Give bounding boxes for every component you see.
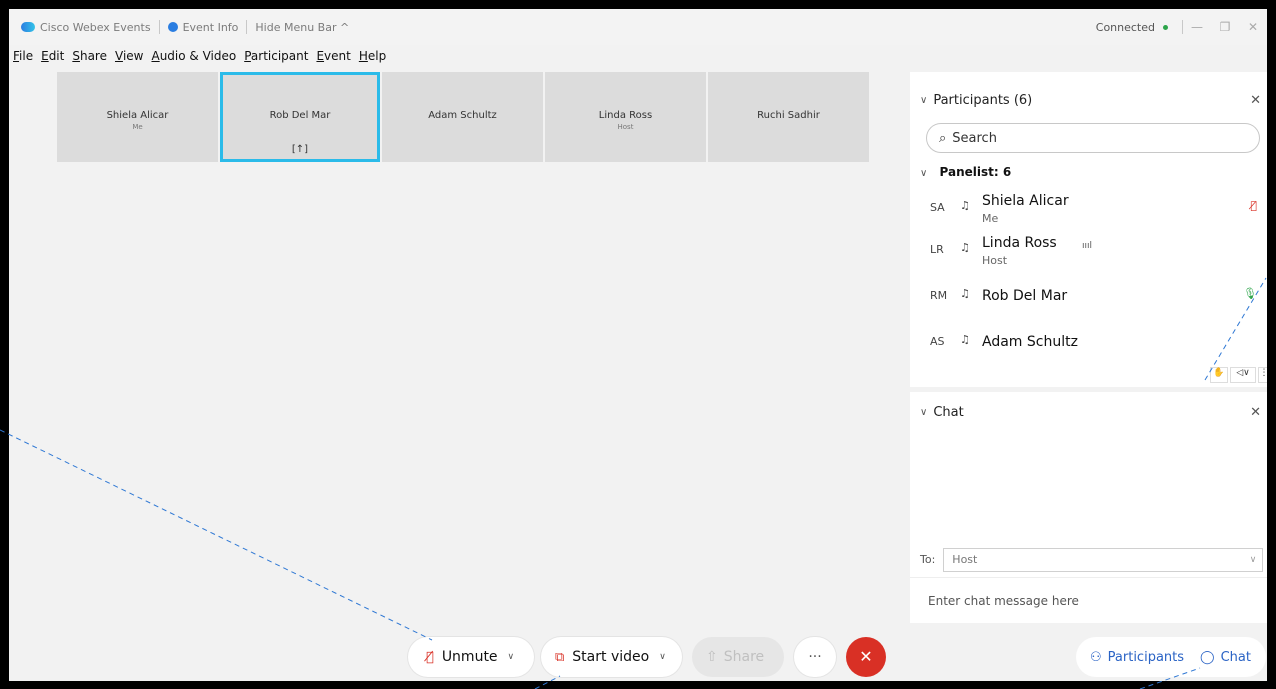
chevron-down-icon[interactable]: ∨ — [920, 168, 927, 179]
chat-header[interactable]: ∨ Chat ✕ — [910, 397, 1267, 427]
menu-share[interactable]: Share — [68, 49, 111, 67]
title-bar: Cisco Webex Events Event Info Hide Menu … — [9, 9, 1267, 45]
menu-bar: File Edit Share View Audio & Video Parti… — [9, 49, 390, 67]
connection-status: Connected — [1095, 20, 1155, 34]
connected-dot-icon — [1163, 24, 1168, 30]
headset-icon: ♫ — [960, 287, 970, 300]
video-tile-active[interactable]: Rob Del Mar [↑] — [220, 72, 380, 162]
side-panel: ∨ Participants (6) ✕ ⌕ Search ∨ Panelist… — [910, 72, 1267, 623]
close-window-icon[interactable]: ✕ — [1239, 20, 1267, 34]
chat-recipient-row: To: Host ∨ — [920, 547, 1265, 572]
chevron-down-icon[interactable]: ∨ — [508, 652, 515, 662]
close-chat-icon[interactable]: ✕ — [1250, 405, 1261, 420]
menu-participant[interactable]: Participant — [240, 49, 312, 67]
avatar: RM — [930, 289, 948, 302]
restore-icon[interactable]: ❐ — [1211, 20, 1239, 34]
minimize-icon[interactable]: — — [1183, 20, 1211, 34]
share-icon: ⇧ — [706, 649, 718, 665]
app-title: Cisco Webex Events — [9, 19, 159, 35]
chat-recipient-select[interactable]: Host ∨ — [943, 547, 1264, 572]
video-tile[interactable]: Shiela Alicar Me — [57, 72, 218, 162]
search-icon: ⌕ — [939, 130, 947, 146]
menu-file[interactable]: File — [9, 49, 37, 67]
menu-event[interactable]: Event — [312, 49, 354, 67]
person-icon: ⚇ — [1090, 649, 1102, 665]
video-tile[interactable]: Adam Schultz — [382, 72, 543, 162]
menu-edit[interactable]: Edit — [37, 49, 68, 67]
share-button[interactable]: ⇧ Share — [692, 637, 784, 677]
video-off-icon: ⧉ — [555, 649, 565, 665]
participant-tools: ✋ ◁∨ ⋮ — [1210, 367, 1267, 383]
menu-view[interactable]: View — [111, 49, 147, 67]
start-video-button[interactable]: ⧉ Start video ∨ — [541, 637, 682, 677]
muted-mic-icon[interactable]: 🎙̸ — [1250, 199, 1257, 212]
chat-toggle-button[interactable]: ◯ Chat — [1200, 650, 1251, 665]
menu-help[interactable]: Help — [355, 49, 390, 67]
participant-row[interactable]: LR ♫ Linda Ross Host ıııl — [910, 233, 1267, 273]
close-participants-icon[interactable]: ✕ — [1250, 93, 1261, 108]
avatar: LR — [930, 243, 944, 256]
event-info-button[interactable]: Event Info — [160, 19, 247, 35]
chevron-down-icon[interactable]: ∨ — [659, 652, 666, 662]
chevron-down-icon: ∨ — [1249, 554, 1257, 565]
headset-icon: ♫ — [960, 333, 970, 346]
chevron-down-icon[interactable]: ∨ — [920, 95, 927, 106]
video-tile[interactable]: Linda Ross Host — [545, 72, 706, 162]
panel-toggle-buttons: ⚇ Participants ◯ Chat — [1076, 637, 1266, 677]
webex-window: Cisco Webex Events Event Info Hide Menu … — [0, 0, 1276, 689]
hide-menu-bar-button[interactable]: Hide Menu Bar ^ — [247, 19, 357, 35]
participant-search-input[interactable]: ⌕ Search — [926, 123, 1260, 153]
avatar: AS — [930, 335, 945, 348]
unmute-button[interactable]: 🎙̸ Unmute ∨ — [408, 637, 534, 677]
participant-row[interactable]: AS ♫ Adam Schultz — [910, 325, 1267, 365]
participants-header[interactable]: ∨ Participants (6) ✕ — [910, 85, 1267, 115]
window-controls: Connected — ❐ ✕ — [1096, 9, 1267, 45]
panelist-group-header[interactable]: ∨ Panelist: 6 — [920, 165, 1011, 179]
more-button[interactable]: ··· — [794, 637, 836, 677]
participant-row[interactable]: SA ♫ Shiela Alicar Me 🎙̸ — [910, 191, 1267, 231]
leave-meeting-button[interactable]: ✕ — [846, 637, 886, 677]
raise-hand-icon[interactable]: ✋ — [1210, 367, 1228, 383]
close-icon: ✕ — [859, 647, 873, 666]
chat-message-input[interactable]: Enter chat message here — [910, 577, 1267, 623]
participant-row[interactable]: RM ♫ Rob Del Mar 🎙 — [910, 279, 1267, 319]
info-icon — [167, 22, 178, 32]
chat-bubble-icon: ◯ — [1200, 649, 1215, 665]
active-mic-icon[interactable]: 🎙 — [1243, 287, 1257, 300]
more-options-icon[interactable]: ⋮ — [1258, 367, 1267, 383]
headset-icon: ♫ — [960, 199, 970, 212]
headset-icon: ♫ — [960, 241, 970, 254]
avatar: SA — [930, 201, 945, 214]
muted-mic-icon: 🎙̸ — [426, 649, 434, 665]
signal-icon: ıııl — [1082, 241, 1093, 251]
sharing-icon: [↑] — [291, 144, 309, 155]
webex-logo-icon — [21, 22, 35, 32]
menu-audio-video[interactable]: Audio & Video — [147, 49, 240, 67]
chevron-down-icon[interactable]: ∨ — [920, 407, 927, 418]
announce-icon[interactable]: ◁∨ — [1230, 367, 1256, 383]
video-tile[interactable]: Ruchi Sadhir — [708, 72, 869, 162]
participants-toggle-button[interactable]: ⚇ Participants — [1090, 650, 1184, 665]
